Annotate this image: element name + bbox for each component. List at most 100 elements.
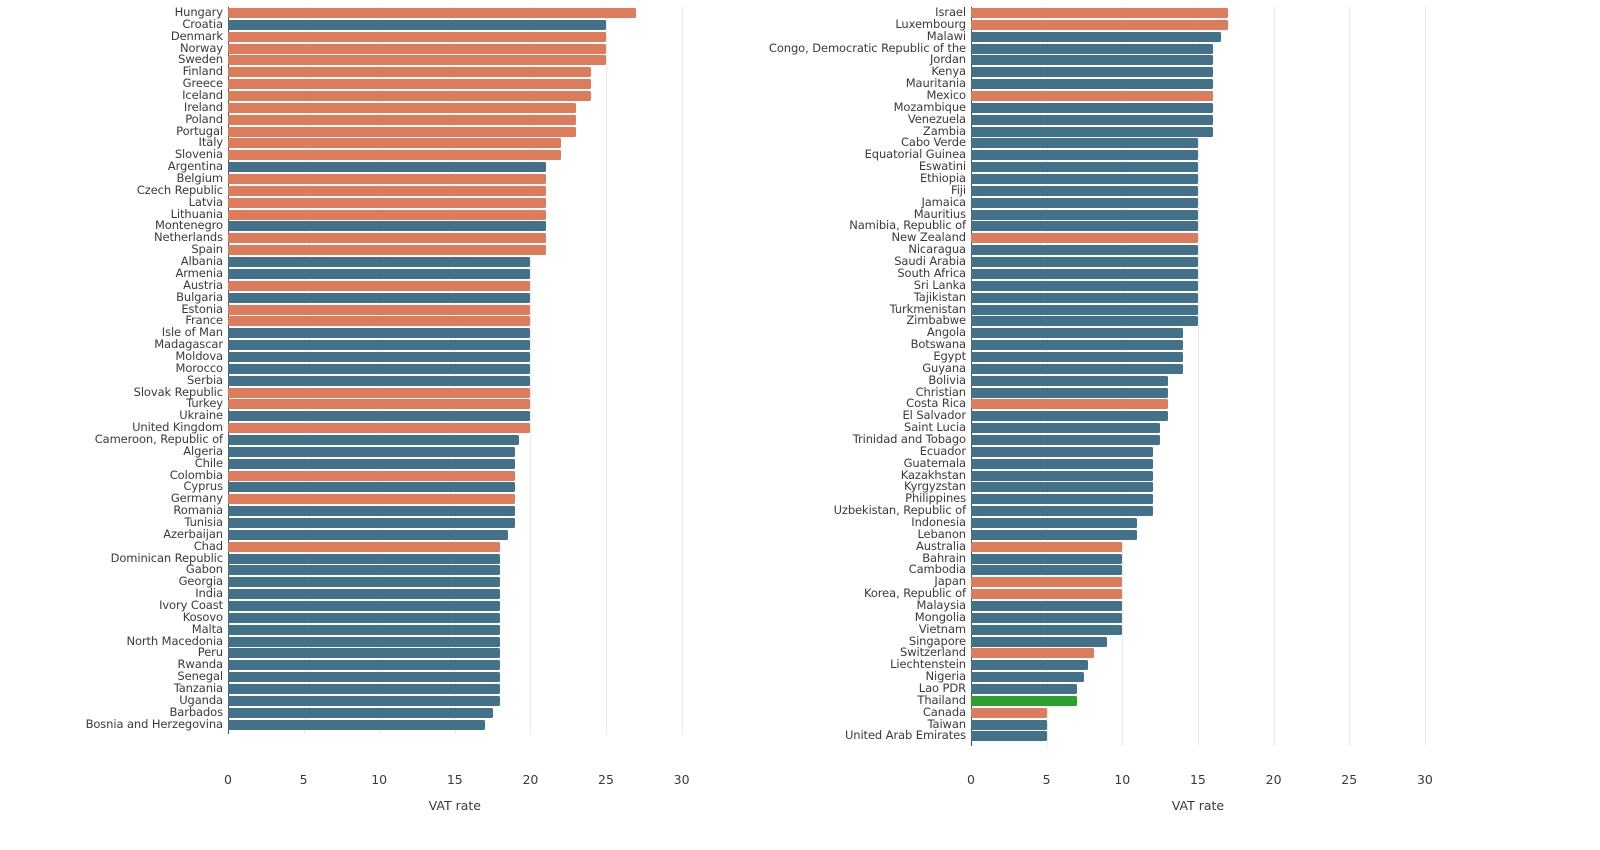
- bar[interactable]: [228, 506, 516, 517]
- bar[interactable]: [971, 612, 1123, 623]
- bar[interactable]: [228, 257, 531, 268]
- bar[interactable]: [228, 601, 501, 611]
- bar[interactable]: [228, 126, 576, 137]
- bar[interactable]: [971, 648, 1094, 659]
- bar[interactable]: [971, 138, 1198, 149]
- bar[interactable]: [971, 126, 1214, 137]
- bar[interactable]: [971, 387, 1168, 398]
- bar[interactable]: [971, 280, 1198, 291]
- bar[interactable]: [228, 695, 501, 706]
- bar[interactable]: [971, 91, 1214, 102]
- bar[interactable]: [971, 458, 1153, 469]
- bar[interactable]: [228, 719, 486, 730]
- bar[interactable]: [971, 707, 1047, 718]
- bar[interactable]: [971, 470, 1153, 481]
- bar[interactable]: [971, 601, 1123, 611]
- bar[interactable]: [228, 292, 531, 303]
- bar[interactable]: [971, 31, 1221, 42]
- bar[interactable]: [228, 707, 493, 718]
- bar[interactable]: [971, 624, 1123, 635]
- bar[interactable]: [228, 233, 546, 244]
- bar[interactable]: [228, 150, 561, 161]
- bar[interactable]: [971, 292, 1198, 303]
- bar[interactable]: [228, 79, 591, 90]
- bar[interactable]: [228, 304, 531, 315]
- bar[interactable]: [228, 268, 531, 279]
- bar[interactable]: [228, 494, 516, 505]
- bar[interactable]: [971, 43, 1214, 54]
- bar[interactable]: [228, 565, 501, 576]
- bar[interactable]: [971, 268, 1198, 279]
- bar[interactable]: [971, 67, 1214, 78]
- bar[interactable]: [228, 399, 531, 410]
- bar[interactable]: [971, 351, 1183, 362]
- bar[interactable]: [971, 695, 1077, 706]
- bar[interactable]: [971, 79, 1214, 90]
- bar[interactable]: [971, 114, 1214, 125]
- bar[interactable]: [971, 719, 1047, 730]
- bar[interactable]: [228, 423, 531, 434]
- bar[interactable]: [228, 541, 501, 552]
- bar[interactable]: [971, 233, 1198, 244]
- bar[interactable]: [228, 328, 531, 339]
- bar[interactable]: [971, 411, 1168, 422]
- bar[interactable]: [971, 517, 1138, 528]
- bar[interactable]: [971, 446, 1153, 457]
- bar[interactable]: [228, 245, 546, 256]
- bar[interactable]: [228, 363, 531, 374]
- bar[interactable]: [228, 660, 501, 671]
- bar[interactable]: [971, 541, 1123, 552]
- bar[interactable]: [228, 8, 637, 18]
- bar[interactable]: [971, 150, 1198, 161]
- bar[interactable]: [228, 162, 546, 173]
- bar[interactable]: [228, 482, 516, 493]
- bar[interactable]: [971, 340, 1183, 351]
- bar[interactable]: [228, 624, 501, 635]
- bar[interactable]: [971, 672, 1085, 683]
- bar[interactable]: [228, 114, 576, 125]
- bar[interactable]: [228, 174, 546, 185]
- bar[interactable]: [228, 31, 606, 42]
- bar[interactable]: [971, 375, 1168, 386]
- bar[interactable]: [971, 102, 1214, 113]
- bar[interactable]: [228, 185, 546, 196]
- bar[interactable]: [228, 102, 576, 113]
- bar[interactable]: [971, 328, 1183, 339]
- bar[interactable]: [971, 482, 1153, 493]
- bar[interactable]: [971, 8, 1229, 18]
- bar[interactable]: [971, 684, 1077, 695]
- bar[interactable]: [971, 363, 1183, 374]
- bar[interactable]: [228, 138, 561, 149]
- bar[interactable]: [228, 470, 516, 481]
- bar[interactable]: [228, 91, 591, 102]
- bar[interactable]: [228, 387, 531, 398]
- bar[interactable]: [228, 589, 501, 600]
- bar[interactable]: [971, 257, 1198, 268]
- bar[interactable]: [228, 340, 531, 351]
- bar[interactable]: [228, 67, 591, 78]
- bar[interactable]: [971, 19, 1229, 30]
- bar[interactable]: [971, 316, 1198, 327]
- bar[interactable]: [971, 399, 1168, 410]
- bar[interactable]: [228, 684, 501, 695]
- bar[interactable]: [971, 434, 1161, 445]
- bar[interactable]: [971, 197, 1198, 208]
- bar[interactable]: [228, 43, 606, 54]
- bar[interactable]: [971, 304, 1198, 315]
- bar[interactable]: [971, 529, 1138, 540]
- bar[interactable]: [228, 411, 531, 422]
- bar[interactable]: [971, 162, 1198, 173]
- bar[interactable]: [228, 316, 531, 327]
- bar[interactable]: [228, 55, 606, 66]
- bar[interactable]: [228, 446, 516, 457]
- bar[interactable]: [228, 553, 501, 564]
- bar[interactable]: [971, 636, 1108, 647]
- bar[interactable]: [971, 553, 1123, 564]
- bar[interactable]: [228, 648, 501, 659]
- bar[interactable]: [228, 434, 520, 445]
- bar[interactable]: [971, 209, 1198, 220]
- bar[interactable]: [228, 636, 501, 647]
- bar[interactable]: [971, 423, 1161, 434]
- bar[interactable]: [228, 612, 501, 623]
- bar[interactable]: [228, 375, 531, 386]
